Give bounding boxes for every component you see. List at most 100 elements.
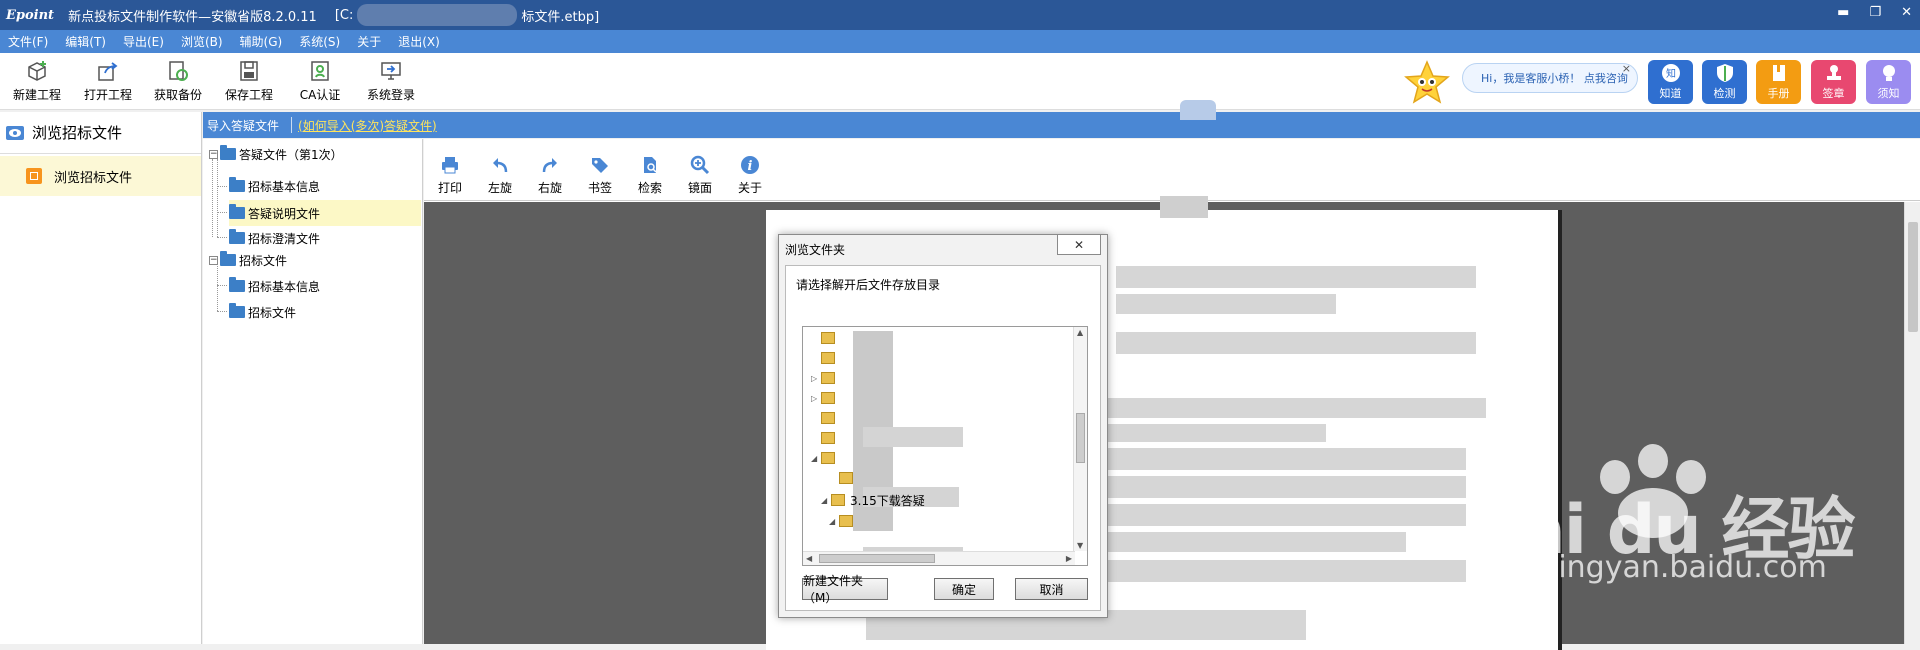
folder-label: 3.15下载答疑 <box>850 493 925 508</box>
close-icon: ✕ <box>1073 237 1085 252</box>
tree-node-qa-1[interactable]: − 答疑文件（第1次） <box>209 141 343 167</box>
menu-file[interactable]: 文件(F) <box>8 33 48 50</box>
minimize-icon[interactable]: ▬ <box>1837 5 1849 20</box>
folder-row-download-qa[interactable]: ◢ 3.15下载答疑 <box>821 490 925 510</box>
folder-list-vscroll[interactable]: ▲ ▼ <box>1073 327 1087 551</box>
lightbulb-icon <box>1882 65 1895 81</box>
folder-row[interactable]: ▷ <box>811 388 840 408</box>
folder-row[interactable] <box>811 428 840 448</box>
tab-import-qa[interactable]: 导入答疑文件 <box>203 117 285 134</box>
mirror-button[interactable]: 镜面 <box>680 155 720 196</box>
title-bar: Epoint 新点投标文件制作软件—安徽省版8.2.0.11 [C: 标文件.e… <box>0 0 1920 30</box>
scroll-right-icon[interactable]: ▶ <box>1066 554 1072 563</box>
tree-node-tender-file[interactable]: 招标文件 <box>229 299 296 325</box>
open-project-button[interactable]: 打开工程 <box>76 59 140 103</box>
tree-line <box>217 186 227 187</box>
ok-button[interactable]: 确定 <box>934 578 994 600</box>
folder-row[interactable] <box>811 408 840 428</box>
mascot-star-icon[interactable] <box>1403 60 1451 106</box>
detect-button[interactable]: 检测 <box>1702 60 1747 104</box>
redacted-path <box>357 4 518 26</box>
folder-row[interactable]: ◢ <box>811 448 840 468</box>
document-tree: − 答疑文件（第1次） 招标基本信息 答疑说明文件 招标澄清文件 − 招标文件 … <box>203 139 423 644</box>
menu-edit[interactable]: 编辑(T) <box>65 33 106 50</box>
rotate-left-label: 左旋 <box>487 181 512 195</box>
bookmark-button[interactable]: 书签 <box>580 155 620 196</box>
menu-system[interactable]: 系统(S) <box>299 33 340 50</box>
folder-row[interactable] <box>829 468 858 488</box>
expand-icon[interactable]: ▷ <box>811 374 819 383</box>
collapse-icon[interactable]: − <box>209 149 218 159</box>
expand-icon[interactable]: ▷ <box>811 394 819 403</box>
system-login-button[interactable]: 系统登录 <box>359 59 423 103</box>
save-icon <box>240 61 258 81</box>
collapse-icon[interactable]: ◢ <box>821 496 829 505</box>
cancel-button[interactable]: 取消 <box>1015 578 1088 600</box>
tree-label: 招标文件 <box>248 305 297 320</box>
print-button[interactable]: 打印 <box>430 155 470 196</box>
folder-icon <box>229 303 245 318</box>
dialog-close-button[interactable]: ✕ <box>1057 235 1101 255</box>
how-to-import-link[interactable]: (如何导入(多次)答疑文件) <box>298 117 437 134</box>
collapse-icon[interactable]: ◢ <box>829 517 837 526</box>
folder-row[interactable]: ▷ <box>811 368 840 388</box>
mirror-label: 镜面 <box>687 181 712 195</box>
scroll-left-icon[interactable]: ◀ <box>806 554 812 563</box>
chat-close-icon[interactable]: × <box>1622 62 1631 75</box>
ok-label: 确定 <box>951 582 976 597</box>
blurred-text <box>1106 532 1406 552</box>
folder-row[interactable] <box>811 328 840 348</box>
scroll-down-icon[interactable]: ▼ <box>1077 541 1083 550</box>
tree-node-tender[interactable]: − 招标文件 <box>209 247 287 273</box>
new-project-button[interactable]: 新建工程 <box>5 59 69 103</box>
book-icon <box>1772 65 1785 81</box>
browse-folder-dialog: 浏览文件夹 ✕ 请选择解开后文件存放目录 ▷ ▷ ◢ ◢ 3.15下载答疑 ◢ <box>778 234 1108 618</box>
zhidao-button[interactable]: 知 知道 <box>1648 60 1693 104</box>
viewer-scrollbar[interactable] <box>1904 202 1920 644</box>
customer-service-bubble[interactable]: Hi，我是客服小桥！ 点我咨询 × <box>1462 62 1638 93</box>
ca-auth-button[interactable]: CA认证 <box>288 59 352 103</box>
blurred-text <box>1106 424 1326 442</box>
notice-button[interactable]: 须知 <box>1866 60 1911 104</box>
tree-node-tender-info[interactable]: 招标基本信息 <box>229 273 320 299</box>
save-project-button[interactable]: 保存工程 <box>217 59 281 103</box>
folder-row[interactable]: ◢ <box>829 511 858 531</box>
menu-browse[interactable]: 浏览(B) <box>181 33 223 50</box>
scrollbar-thumb[interactable] <box>819 554 935 563</box>
system-login-label: 系统登录 <box>366 88 415 102</box>
folder-icon <box>839 472 853 484</box>
tree-node-basic-info[interactable]: 招标基本信息 <box>229 173 320 199</box>
search-button[interactable]: 检索 <box>630 155 670 196</box>
scrollbar-thumb[interactable] <box>1908 222 1918 332</box>
browse-tender-item[interactable]: 浏览招标文件 <box>0 156 201 196</box>
manual-button[interactable]: 手册 <box>1756 60 1801 104</box>
rotate-left-button[interactable]: 左旋 <box>480 155 520 196</box>
tree-line <box>212 159 213 237</box>
new-folder-button[interactable]: 新建文件夹（M） <box>802 574 888 605</box>
tree-node-qa-doc[interactable]: 答疑说明文件 <box>229 200 421 226</box>
tree-line <box>217 159 218 237</box>
scroll-up-icon[interactable]: ▲ <box>1077 328 1083 337</box>
restore-icon[interactable]: ❐ <box>1869 5 1881 20</box>
bookmark-label: 书签 <box>587 181 612 195</box>
menu-exit[interactable]: 退出(X) <box>398 33 440 50</box>
new-project-label: 新建工程 <box>12 88 61 102</box>
seal-button[interactable]: 签章 <box>1811 60 1856 104</box>
about-label: 关于 <box>737 181 762 195</box>
folder-tree-list[interactable]: ▷ ▷ ◢ ◢ 3.15下载答疑 ◢ ▲ ▼ ◀ ▶ <box>802 326 1088 566</box>
svg-text:知: 知 <box>1666 67 1676 80</box>
folder-row[interactable] <box>811 348 840 368</box>
menu-assist[interactable]: 辅助(G) <box>240 33 283 50</box>
folder-list-hscroll[interactable]: ◀ ▶ <box>803 551 1075 565</box>
rotate-right-button[interactable]: 右旋 <box>530 155 570 196</box>
close-icon[interactable]: ✕ <box>1901 5 1912 20</box>
collapse-icon[interactable]: ◢ <box>811 454 819 463</box>
menu-export[interactable]: 导出(E) <box>123 33 164 50</box>
menu-about[interactable]: 关于 <box>357 33 381 50</box>
tree-label: 招标澄清文件 <box>248 231 321 246</box>
get-backup-button[interactable]: 获取备份 <box>146 59 210 103</box>
collapse-icon[interactable]: − <box>209 255 218 265</box>
about-button[interactable]: i 关于 <box>730 155 770 196</box>
scrollbar-thumb[interactable] <box>1076 413 1085 463</box>
collapse-handle[interactable] <box>1180 100 1216 120</box>
